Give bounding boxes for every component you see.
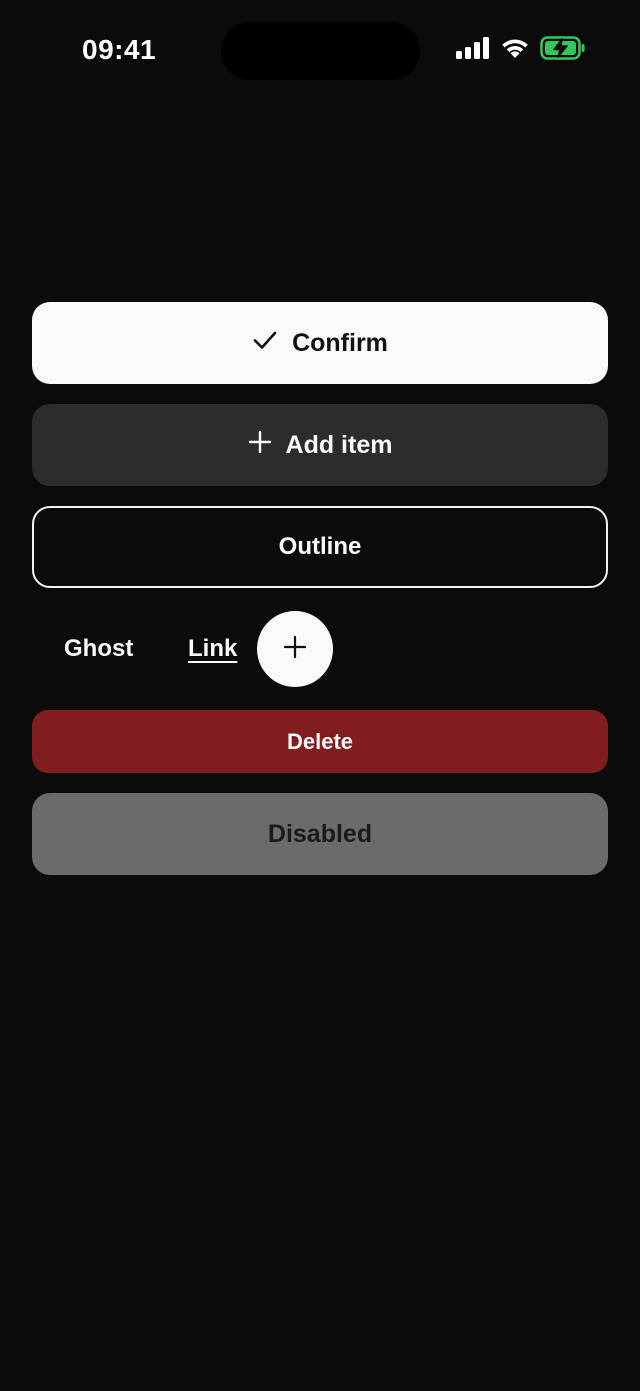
status-time: 09:41 (82, 34, 157, 65)
outline-button[interactable]: Outline (32, 506, 608, 588)
wifi-icon (500, 37, 530, 59)
confirm-button-label: Confirm (292, 328, 388, 357)
add-item-button[interactable]: Add item (32, 404, 608, 486)
screen: 09:41 Confirm Add item Outline Ghost Lin… (0, 0, 640, 1391)
delete-button[interactable]: Delete (32, 710, 608, 773)
ghost-button[interactable]: Ghost (64, 635, 133, 663)
outline-button-label: Outline (278, 533, 362, 560)
link-button[interactable]: Link (188, 635, 237, 663)
delete-button-label: Delete (286, 728, 354, 754)
check-icon (252, 327, 278, 360)
icon-add-button[interactable] (257, 611, 333, 687)
dynamic-island (221, 22, 420, 80)
cellular-signal-icon (456, 37, 490, 59)
plus-icon (283, 635, 307, 664)
add-item-button-label: Add item (285, 430, 393, 459)
disabled-button-label: Disabled (267, 819, 373, 848)
inline-button-row: Ghost Link (32, 611, 608, 689)
disabled-button: Disabled (32, 793, 608, 875)
battery-charging-icon (540, 36, 586, 60)
confirm-button[interactable]: Confirm (32, 302, 608, 384)
status-bar: 09:41 (0, 0, 640, 100)
status-icons (456, 36, 586, 60)
plus-icon (248, 430, 272, 461)
